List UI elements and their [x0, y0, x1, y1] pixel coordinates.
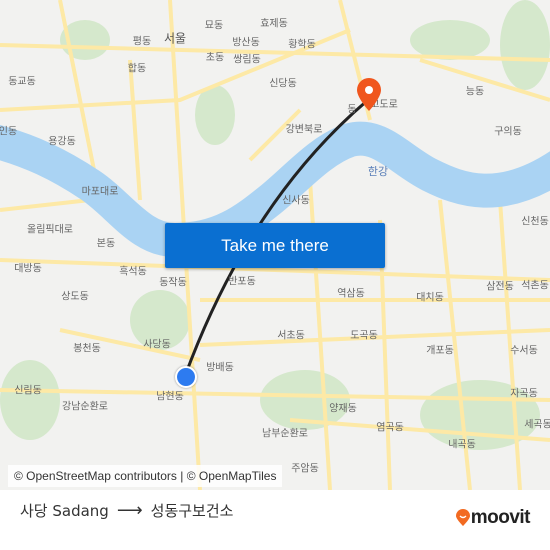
map-place-label: 삼전동 — [486, 281, 514, 293]
map-place-label: 동작동 — [159, 277, 187, 289]
moovit-pin-icon — [455, 509, 470, 526]
map-attribution: © OpenStreetMap contributors | © OpenMap… — [8, 465, 283, 487]
map-place-label: 합동 — [127, 63, 147, 75]
map-place-label: 염곡동 — [376, 422, 404, 434]
map-place-label: 방배동 — [206, 362, 234, 374]
map-place-label: 흑석동 — [119, 266, 147, 278]
take-me-there-button[interactable]: Take me there — [165, 223, 385, 268]
map-place-label: 강변북로 — [285, 124, 323, 136]
map-place-label: 묘동 — [204, 20, 224, 32]
map-place-label: 동교동 — [8, 76, 36, 88]
map-place-label: 봉천동 — [73, 343, 101, 355]
map-place-label: 신림동 — [14, 385, 42, 397]
map-place-label: 쌍림동 — [233, 54, 261, 66]
map-place-label: 방산동 — [232, 37, 260, 49]
map-place-label: 구의동 — [494, 126, 522, 138]
map-place-label: 개포동 — [426, 345, 454, 357]
map-place-label: 반포동 — [228, 276, 256, 288]
map-place-label: 신당동 — [269, 78, 297, 90]
moovit-wordmark: moovit — [470, 507, 531, 528]
map-place-label: 내곡동 — [448, 439, 476, 451]
road — [0, 198, 91, 212]
map-place-label: 석촌동 — [521, 280, 549, 292]
map-place-label: 황학동 — [288, 39, 316, 51]
map-place-label: 대방동 — [14, 263, 42, 275]
park-area — [195, 85, 235, 145]
footer: 사당 Sadang ⟶ 성동구보건소 moovit — [0, 490, 550, 550]
map-place-label: 수서동 — [510, 345, 538, 357]
map-place-label: 대치동 — [416, 292, 444, 304]
park-area — [410, 20, 490, 60]
map-place-label: 서울 — [163, 31, 187, 46]
map[interactable]: 묘동 효제동평동 서울 방산동 황학동초동 쌍림동합동신당동능동구의동용강동 인동 동교동마포… — [0, 0, 550, 490]
map-place-label: 서초동 — [277, 330, 305, 342]
map-place-label: 용강동 — [48, 136, 76, 148]
map-place-label: 본동 — [96, 238, 116, 250]
map-place-label: 남부순환로 — [262, 428, 308, 440]
destination-pin-icon[interactable] — [356, 78, 382, 112]
origin-name: 사당 Sadang — [20, 502, 109, 520]
map-place-label: 자곡동 — [510, 388, 538, 400]
park-area — [500, 0, 550, 90]
map-place-label: 상도동 — [61, 291, 89, 303]
map-place-label: 남현동 — [156, 391, 184, 403]
map-place-label: 한강 — [367, 165, 389, 178]
road — [128, 59, 142, 201]
map-place-label: 주암동 — [291, 463, 319, 475]
moovit-logo: moovit — [455, 507, 531, 529]
map-place-label: 강남순환로 — [62, 401, 108, 413]
destination-name: 성동구보건소 — [150, 502, 234, 520]
map-place-label: 세곡동 — [524, 419, 550, 431]
map-place-label: 사당동 — [143, 339, 171, 351]
route-title: 사당 Sadang ⟶ 성동구보건소 — [20, 500, 233, 521]
map-place-label: 인동 — [0, 126, 18, 138]
park-area — [0, 360, 60, 440]
map-place-label: 능동 — [465, 86, 485, 98]
arrow-right-icon: ⟶ — [116, 500, 143, 521]
map-place-label: 초동 — [205, 52, 225, 64]
map-place-label: 역삼동 — [337, 288, 365, 300]
map-place-label: 평동 — [132, 36, 152, 48]
map-place-label: 양재동 — [329, 403, 357, 415]
map-place-label: 효제동 — [260, 18, 288, 30]
map-place-label: 도곡동 — [350, 330, 378, 342]
origin-marker[interactable] — [175, 366, 197, 388]
map-place-label: 마포대로 — [81, 186, 119, 198]
map-place-label: 올림픽대로 — [27, 224, 73, 236]
map-place-label: 신사동 — [282, 195, 310, 207]
map-place-label: 신천동 — [521, 216, 549, 228]
